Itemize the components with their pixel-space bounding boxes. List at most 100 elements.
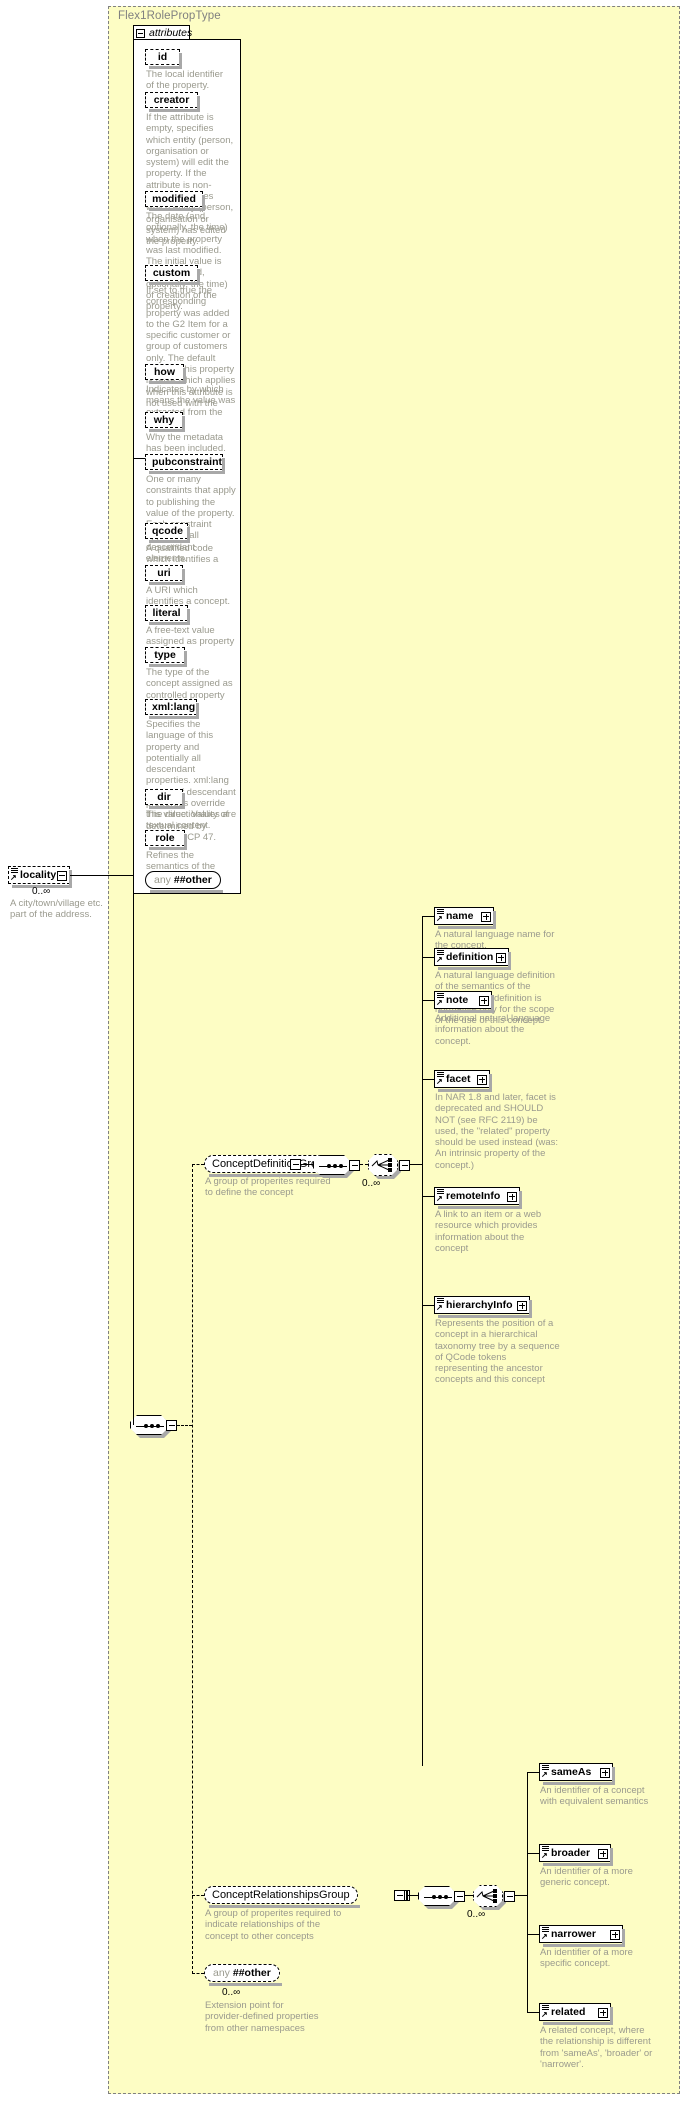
extension-any-description: Extension point for provider-defined pro…	[205, 2000, 319, 2034]
connector-to-definition	[422, 957, 434, 958]
type-arrow-icon: ↗	[436, 1077, 443, 1086]
element-remote-info-description: A link to an item or a web resource whic…	[435, 1209, 542, 1254]
connector-crg-choice-out	[515, 1895, 527, 1896]
expand-plus-icon[interactable]	[507, 1191, 517, 1202]
connector-to-hierarchy-info	[422, 1305, 434, 1306]
element-definition[interactable]: ↗ definition	[434, 948, 511, 970]
type-arrow-icon: ↗	[436, 1303, 443, 1312]
connector-cdg-to-sequence	[301, 1164, 313, 1165]
attribute-dir[interactable]: dir	[145, 789, 185, 809]
type-arrow-icon: ↗	[436, 914, 443, 923]
element-same-as-description: An identifier of a concept with equivale…	[540, 1785, 649, 1808]
expand-plus-icon[interactable]	[517, 1300, 527, 1311]
connector-main-seq-out	[177, 1425, 192, 1426]
cdg-sequence-collapse-button[interactable]	[349, 1160, 360, 1171]
attribute-qcode[interactable]: qcode	[145, 523, 190, 543]
attribute-role[interactable]: role	[145, 830, 187, 850]
connector-attribute-rail	[133, 458, 134, 876]
connector-locality-rail	[133, 875, 134, 1425]
crg-sequence-collapse-button[interactable]	[454, 1891, 465, 1902]
element-related[interactable]: ↗ related	[539, 2003, 613, 2025]
element-locality-label: locality	[20, 869, 57, 881]
element-hierarchy-info[interactable]: ↗ hierarchyInfo	[434, 1296, 532, 1318]
type-arrow-icon: ↗	[541, 2010, 548, 2019]
connector-cdg-choice-out	[410, 1164, 422, 1165]
collapse-minus-icon[interactable]	[136, 28, 145, 38]
expand-plus-icon[interactable]	[610, 1929, 620, 1940]
element-definition-label: definition	[446, 951, 494, 963]
attribute-type[interactable]: type	[145, 647, 187, 667]
expand-plus-icon[interactable]	[598, 1848, 608, 1859]
element-broader-label: broader	[551, 1847, 591, 1859]
expand-plus-icon[interactable]	[600, 1767, 610, 1778]
crg-choice-connector	[473, 1885, 503, 1907]
crg-spacer-button[interactable]	[394, 1890, 405, 1901]
main-sequence-collapse-button[interactable]	[166, 1420, 177, 1431]
connector-children-rail	[192, 1164, 193, 1974]
crg-choice-cardinality: 0..∞	[467, 1909, 486, 1920]
concept-relationships-group-description: A group of properites required to indica…	[205, 1908, 342, 1942]
expand-plus-icon[interactable]	[481, 911, 491, 922]
connector-to-note	[422, 1000, 434, 1001]
element-note-description: Additional natural language information …	[435, 1013, 551, 1047]
cdg-choice-collapse-button[interactable]	[399, 1160, 410, 1171]
element-name[interactable]: ↗ name	[434, 907, 496, 929]
attribute-custom[interactable]: custom	[145, 265, 200, 285]
connector-crg-children-rail	[527, 1772, 528, 2012]
type-arrow-icon: ↗	[436, 1194, 443, 1203]
attribute-why[interactable]: why	[145, 412, 185, 432]
attribute-id[interactable]: id	[145, 49, 182, 69]
type-arrow-icon: ↗	[541, 1932, 548, 1941]
crg-choice-collapse-button-final[interactable]	[504, 1891, 515, 1902]
attribute-how[interactable]: how	[145, 364, 186, 384]
connector-to-same-as	[527, 1772, 539, 1773]
element-facet[interactable]: ↗ facet	[434, 1070, 492, 1092]
connector-attribute-stub	[133, 458, 145, 459]
connector-to-facet	[422, 1079, 434, 1080]
element-note-label: note	[446, 994, 469, 1006]
connector-to-concept-definition-group	[192, 1164, 204, 1165]
element-broader[interactable]: ↗ broader	[539, 1844, 613, 1866]
cdg-choice-cardinality: 0..∞	[362, 1178, 381, 1189]
attribute-modified[interactable]: modified	[145, 191, 205, 211]
type-arrow-icon: ↗	[436, 955, 443, 964]
attribute-dir-description: The directionality of textual content.	[146, 809, 229, 832]
expand-plus-icon[interactable]	[477, 1074, 487, 1085]
concept-definition-group-collapse-button[interactable]	[290, 1159, 301, 1170]
connector-locality-to-content	[70, 875, 134, 876]
attribute-creator[interactable]: creator	[145, 92, 200, 112]
expand-plus-icon[interactable]	[496, 952, 506, 963]
attributes-tab[interactable]: attributes	[133, 25, 192, 40]
locality-description: A city/town/village etc. part of the add…	[10, 898, 103, 921]
expand-plus-icon[interactable]	[598, 2007, 608, 2018]
element-narrower-description: An identifier of a more specific concept…	[540, 1947, 633, 1970]
element-note[interactable]: ↗ note	[434, 991, 494, 1013]
expand-minus-icon[interactable]	[57, 870, 67, 881]
element-related-description: A related concept, where the relationshi…	[540, 2025, 653, 2070]
choice-glyph-icon	[371, 1158, 392, 1172]
attribute-uri[interactable]: uri	[145, 565, 185, 585]
type-arrow-icon: ↗	[541, 1851, 548, 1860]
element-narrower[interactable]: ↗ narrower	[539, 1925, 625, 1947]
connector-to-concept-relationships-group	[192, 1895, 204, 1896]
main-sequence-connector	[130, 1415, 168, 1435]
type-arrow-icon: ↗	[541, 1770, 548, 1779]
attribute-pubconstraint[interactable]: pubconstraint	[145, 454, 225, 474]
element-related-label: related	[551, 2006, 586, 2018]
element-broader-description: An identifier of a more generic concept.	[540, 1866, 633, 1889]
element-remote-info-label: remoteInfo	[446, 1190, 501, 1202]
type-arrow-icon: ↗	[10, 873, 17, 882]
attribute-literal[interactable]: literal	[145, 605, 190, 625]
expand-plus-icon[interactable]	[479, 995, 489, 1006]
connector-crg-seq-to-choice	[465, 1895, 473, 1896]
element-locality[interactable]: ↗ locality	[8, 866, 72, 888]
connector-to-name	[422, 916, 434, 917]
attributes-any-other[interactable]: any ##other	[145, 871, 223, 893]
element-remote-info[interactable]: ↗ remoteInfo	[434, 1187, 522, 1209]
element-same-as[interactable]: ↗ sameAs	[539, 1763, 615, 1785]
any-namespace: ##other	[232, 1967, 271, 1979]
attribute-id-description: The local identifier of the property.	[146, 69, 224, 92]
group-concept-relationships[interactable]: ConceptRelationshipsGroup	[204, 1886, 360, 1908]
extension-any-other[interactable]: any ##other	[204, 1964, 282, 1986]
attribute-xml-lang[interactable]: xml:lang	[145, 699, 199, 719]
